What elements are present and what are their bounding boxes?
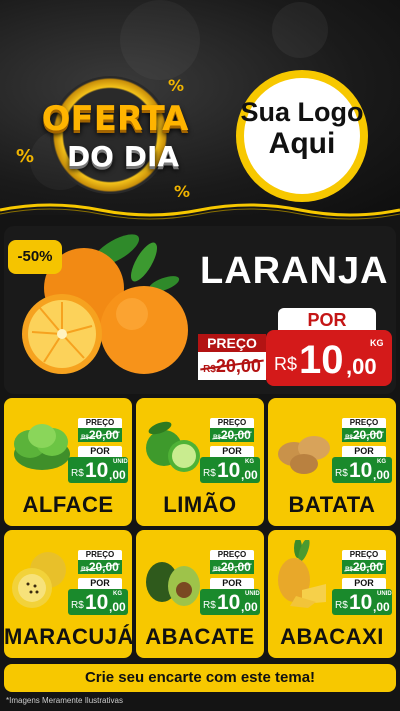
featured-product-name: LARANJA [200, 250, 389, 292]
product-card-abacaxi: PREÇO R$20,00 POR R$ 10 ,00 UNID ABACAXI [268, 530, 396, 658]
new-price-unit: KG [377, 459, 386, 465]
new-price-currency: R$ [335, 468, 348, 479]
new-price-currency: R$ [274, 354, 298, 374]
lime-image [146, 421, 200, 472]
product-card-maracuja: PREÇO R$20,00 POR R$ 10 ,00 KG MARACUJÁ [4, 530, 132, 658]
new-price-decimal: ,00 [109, 600, 126, 614]
lettuce-image [14, 424, 70, 470]
product-name: ABACATE [145, 624, 255, 649]
new-price-decimal: ,00 [109, 468, 126, 482]
potato-image [278, 436, 330, 474]
new-price-integer: 10 [349, 459, 373, 482]
new-price-currency: R$ [71, 600, 84, 611]
product-name: MARACUJÁ [4, 624, 132, 649]
new-price-integer: 10 [85, 591, 109, 614]
create-flyer-button[interactable]: Crie seu encarte com este tema! [4, 664, 396, 692]
old-price-label: PREÇO [78, 418, 122, 428]
new-price-label: POR [278, 308, 376, 330]
old-price-label: PREÇO [210, 550, 254, 560]
new-price-unit: KG [370, 338, 384, 348]
new-price: R$ 10 ,00 UNID [332, 589, 392, 615]
new-price-integer: 10 [299, 338, 344, 382]
new-price-label: POR [342, 446, 386, 457]
product-name: BATATA [288, 492, 376, 517]
new-price: R$ 10 ,00 KG [332, 457, 392, 483]
new-price: R$ 10 ,00 KG [200, 457, 260, 483]
new-price-integer: 10 [217, 591, 241, 614]
percent-icon: % [174, 182, 191, 201]
percent-icon: % [16, 146, 35, 167]
new-price-unit: UNID [113, 459, 128, 465]
new-price-unit: KG [245, 459, 254, 465]
do-dia-title: DO DIA [66, 140, 180, 173]
new-price-label: POR [78, 578, 122, 589]
new-price-label: POR [210, 578, 254, 589]
discount-badge: -50% [8, 240, 62, 274]
logo-line1: Sua Logo [240, 97, 364, 127]
new-price-decimal: ,00 [373, 468, 390, 482]
new-price: R$ 10 ,00 UNID [68, 457, 128, 483]
product-card-batata: PREÇO R$20,00 POR R$ 10 ,00 KG BATATA [268, 398, 396, 526]
new-price-currency: R$ [335, 600, 348, 611]
old-price-label: PREÇO [342, 418, 386, 428]
new-price-label: POR [342, 578, 386, 589]
new-price-label: POR [210, 446, 254, 457]
passion-fruit-image [12, 552, 66, 608]
oferta-title: OFERTA [41, 99, 189, 139]
new-price-decimal: ,00 [346, 354, 377, 379]
new-price-unit: UNID [245, 591, 260, 597]
disclaimer-text: *Imagens Meramente Ilustrativas [6, 696, 123, 705]
product-card-limao: PREÇO R$20,00 POR R$ 10 ,00 KG LIMÃO [136, 398, 264, 526]
new-price: R$ 10 ,00 UNID [200, 589, 260, 615]
product-name: LIMÃO [163, 492, 237, 517]
logo-line2: Aqui [268, 127, 336, 160]
new-price-decimal: ,00 [241, 600, 258, 614]
new-price: R$ 10 ,00 KG [68, 589, 128, 615]
percent-icon: % [168, 76, 185, 95]
new-price-decimal: ,00 [373, 600, 390, 614]
new-price-unit: UNID [377, 591, 392, 597]
avocado-image [146, 562, 200, 606]
old-price-label: PREÇO [198, 334, 266, 352]
old-price-label: PREÇO [210, 418, 254, 428]
product-name: ABACAXI [280, 624, 384, 649]
product-card-abacate: PREÇO R$20,00 POR R$ 10 ,00 UNID ABACATE [136, 530, 264, 658]
product-name: ALFACE [22, 492, 114, 517]
new-price-decimal: ,00 [241, 468, 258, 482]
new-price-label: POR [78, 446, 122, 457]
old-price-label: PREÇO [78, 550, 122, 560]
new-price-currency: R$ [203, 600, 216, 611]
new-price-currency: R$ [203, 468, 216, 479]
new-price-currency: R$ [71, 468, 84, 479]
pineapple-image [278, 540, 326, 608]
old-price-label: PREÇO [342, 550, 386, 560]
new-price-integer: 10 [85, 459, 109, 482]
new-price-integer: 10 [217, 459, 241, 482]
new-price: R$ 10 ,00 KG [266, 330, 392, 386]
new-price-unit: KG [113, 591, 122, 597]
new-price-integer: 10 [349, 591, 373, 614]
product-card-alface: PREÇO R$20,00 POR R$ 10 ,00 UNID ALFACE [4, 398, 132, 526]
logo-text: Sua Logo Aqui [232, 96, 372, 160]
